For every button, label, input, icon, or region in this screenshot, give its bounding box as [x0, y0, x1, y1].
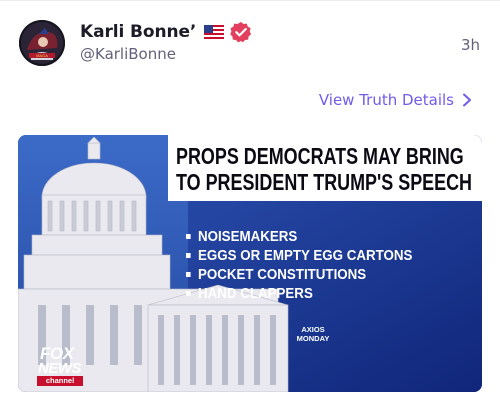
logo-line: channel — [37, 376, 83, 386]
chevron-right-icon — [463, 93, 471, 107]
name-row: Karli Bonne’ — [80, 21, 252, 43]
us-flag-icon — [204, 25, 225, 39]
headline-line: TO PRESIDENT TRUMP'S SPEECH — [176, 169, 473, 195]
headline: PROPS DEMOCRATS MAY BRING TO PRESIDENT T… — [176, 143, 473, 195]
list-item-text: NOISEMAKERS — [197, 228, 298, 245]
source-name: AXIOS — [301, 325, 325, 334]
fox-news-logo: FOX NEWS channel — [36, 340, 86, 386]
bullet-icon — [186, 253, 191, 258]
props-list: NOISEMAKERS EGGS OR EMPTY EGG CARTONS PO… — [186, 227, 432, 303]
source-day: MONDAY — [296, 334, 330, 343]
headline-line: PROPS DEMOCRATS MAY BRING — [176, 143, 464, 169]
top-divider — [0, 0, 500, 1]
post-media-image[interactable]: PROPS DEMOCRATS MAY BRING TO PRESIDENT T… — [18, 135, 482, 392]
list-item: POCKET CONSTITUTIONS — [186, 265, 412, 284]
avatar[interactable]: MAGA — [19, 20, 65, 66]
list-item-text: POCKET CONSTITUTIONS — [197, 266, 367, 283]
logo-line: NEWS — [38, 360, 82, 377]
post-time: 3h — [460, 36, 480, 54]
verified-badge-icon — [230, 22, 252, 43]
list-item: EGGS OR EMPTY EGG CARTONS — [186, 246, 412, 265]
bullet-icon — [186, 272, 191, 277]
list-item-text: HAND CLAPPERS — [197, 285, 313, 302]
avatar-image: MAGA — [19, 20, 65, 66]
list-item-text: EGGS OR EMPTY EGG CARTONS — [197, 247, 413, 264]
bullet-icon — [186, 234, 191, 239]
view-truth-details-link[interactable]: View Truth Details — [319, 91, 472, 109]
details-link-label: View Truth Details — [318, 91, 454, 109]
svg-text:MAGA: MAGA — [36, 53, 48, 58]
list-item: NOISEMAKERS — [186, 227, 412, 246]
source-credit: AXIOS MONDAY — [288, 325, 338, 343]
list-item: HAND CLAPPERS — [186, 284, 412, 303]
bullet-icon — [186, 291, 191, 296]
display-name[interactable]: Karli Bonne’ — [80, 22, 196, 42]
handle[interactable]: @KarliBonne — [80, 45, 176, 63]
